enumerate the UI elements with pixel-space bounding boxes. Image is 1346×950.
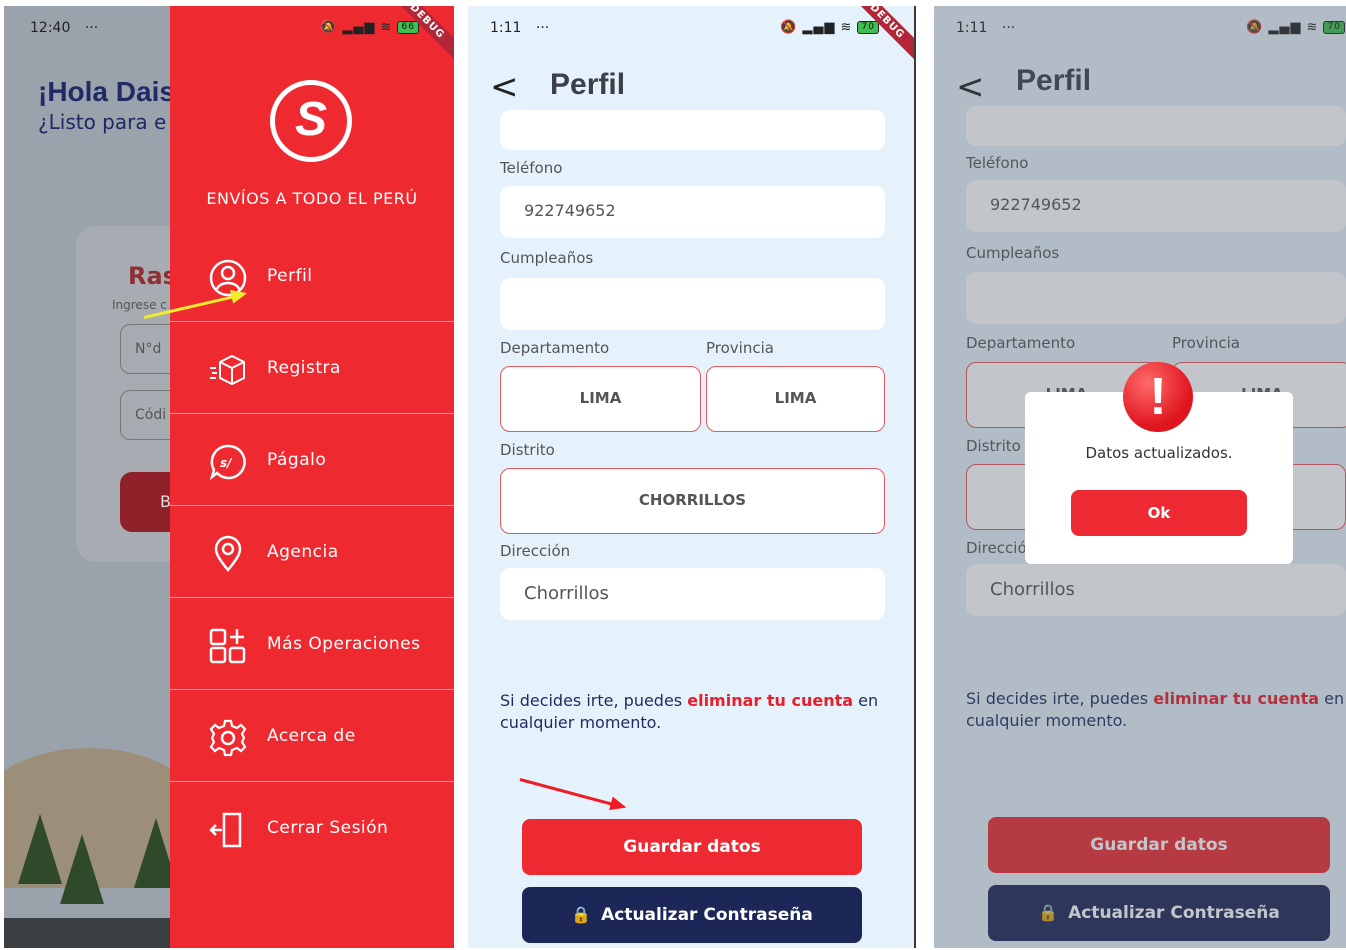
delete-account-link[interactable]: eliminar tu cuenta	[687, 691, 853, 710]
department-label: Departamento	[500, 339, 610, 357]
drawer-item-registra[interactable]: Registra	[170, 322, 454, 414]
drawer-item-mas-operaciones[interactable]: Más Operaciones	[170, 598, 454, 690]
address-field[interactable]: Chorrillos	[500, 568, 885, 620]
lock-icon: 🔒	[571, 905, 592, 924]
delete-account-note: Si decides irte, puedes eliminar tu cuen…	[500, 690, 890, 734]
brand-tagline: ENVÍOS A TODO EL PERÚ	[206, 189, 418, 208]
department-select[interactable]: LIMA	[500, 366, 701, 432]
exclamation-icon: !	[1123, 362, 1193, 432]
phone-field[interactable]: 922749652	[500, 186, 885, 238]
update-password-label: Actualizar Contraseña	[601, 905, 813, 925]
debug-banner: DEBUG	[842, 6, 914, 66]
subgreeting-text: ¿Listo para e	[38, 110, 167, 134]
drawer-item-label: Más Operaciones	[267, 634, 421, 654]
location-pin-icon	[214, 535, 242, 572]
status-time: 1:11	[490, 20, 522, 36]
status-time: 12:40	[30, 20, 71, 36]
save-data-button[interactable]: Guardar datos	[522, 819, 862, 875]
drawer-item-agencia[interactable]: Agencia	[170, 506, 454, 598]
status-dots: ···	[535, 20, 550, 36]
battery-icon: 66	[397, 21, 419, 34]
annotation-arrow	[519, 778, 623, 809]
profile-dialog-screen: 1:11 ··· 🔕 ▂▄▆ ≋ 70 < Perfil Teléfono 92…	[934, 6, 1346, 948]
greeting-text: ¡Hola Dais	[38, 76, 175, 107]
dialog-message: Datos actualizados.	[1085, 444, 1233, 462]
payment-bubble-icon: s/	[209, 444, 246, 481]
previous-field-cut[interactable]	[500, 110, 885, 150]
debug-banner: DEBUG	[382, 6, 454, 66]
drawer-item-label: Agencia	[267, 542, 339, 562]
birthday-label: Cumpleaños	[500, 249, 594, 267]
district-select[interactable]: CHORRILLOS	[500, 468, 885, 534]
phone-label: Teléfono	[500, 159, 563, 177]
drawer-item-pagalo[interactable]: s/ Págalo	[170, 414, 454, 506]
province-select[interactable]: LIMA	[706, 366, 885, 432]
profile-screen: 1:11 ··· 🔕 ▂▄▆ ≋ 70 DEBUG < Perfil Teléf…	[468, 6, 916, 948]
background-tree	[60, 834, 104, 904]
drawer-item-perfil[interactable]: Perfil	[170, 230, 454, 322]
background-tree	[18, 814, 62, 884]
battery-icon: 70	[857, 21, 879, 34]
navigation-drawer: 🔕 ▂▄▆ ≋ 66 DEBUG S ENVÍOS A TODO EL PERÚ…	[170, 6, 454, 948]
gear-icon	[209, 719, 247, 757]
grid-plus-icon	[209, 628, 246, 664]
drawer-item-cerrar-sesion[interactable]: Cerrar Sesión	[170, 782, 454, 874]
status-dots: ···	[84, 20, 99, 36]
province-label: Provincia	[706, 339, 774, 357]
update-password-button[interactable]: 🔒 Actualizar Contraseña	[522, 887, 862, 943]
address-label: Dirección	[500, 542, 571, 560]
package-icon	[210, 354, 245, 386]
ok-button[interactable]: Ok	[1071, 490, 1247, 536]
drawer-item-label: Registra	[267, 358, 341, 378]
drawer-item-label: Acerca de	[267, 726, 356, 746]
home-drawer-screen: 12:40 ··· ¡Hola Dais ¿Listo para e Ras I…	[4, 6, 454, 948]
drawer-item-acerca-de[interactable]: Acerca de	[170, 690, 454, 782]
drawer-item-label: Págalo	[267, 450, 327, 470]
status-icons: 🔕 ▂▄▆ ≋ 70	[780, 20, 879, 35]
svg-text:s/: s/	[220, 456, 233, 470]
status-bar: 12:40 ···	[30, 20, 98, 36]
status-bar: 1:11 ···	[490, 20, 549, 36]
background-road	[4, 918, 174, 948]
brand-logo: S	[270, 80, 352, 162]
status-icons: 🔕 ▂▄▆ ≋ 66	[320, 20, 419, 35]
drawer-item-label: Perfil	[267, 266, 313, 286]
district-label: Distrito	[500, 441, 555, 459]
page-title: Perfil	[550, 68, 626, 101]
back-icon[interactable]: <	[490, 70, 519, 104]
card-subtitle: Ingrese c	[112, 298, 167, 312]
birthday-field[interactable]	[500, 278, 885, 330]
logout-door-icon	[209, 812, 242, 848]
note-text: Si decides irte, puedes	[500, 691, 688, 710]
drawer-item-label: Cerrar Sesión	[267, 818, 389, 838]
